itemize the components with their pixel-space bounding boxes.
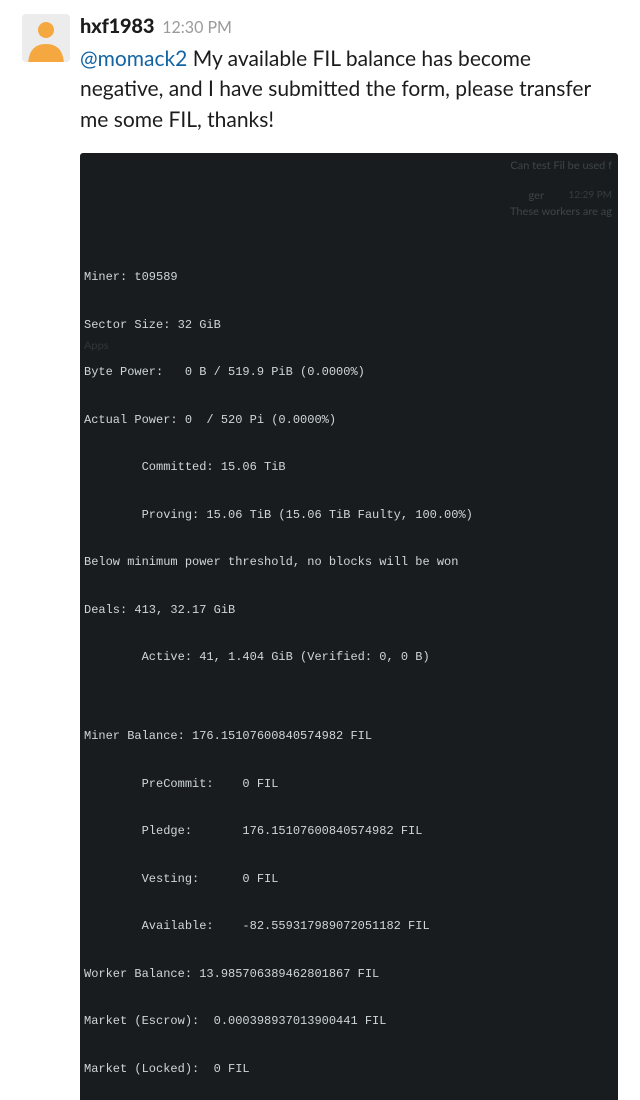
terminal-line: Worker Balance: 13.985706389462801867 FI…: [84, 967, 618, 983]
avatar-placeholder-icon: [22, 14, 70, 62]
terminal-line: Actual Power: 0 / 520 Pi (0.0000%): [84, 413, 618, 429]
ghost-text: Can test Fil be used f: [510, 159, 612, 174]
message-row: hxf1983 12:30 PM @momack2 My available F…: [0, 0, 640, 550]
ghost-text: ger: [529, 189, 544, 204]
ghost-text: Apps: [84, 339, 109, 354]
terminal-line: Market (Locked): 0 FIL: [84, 1062, 618, 1078]
avatar[interactable]: [22, 14, 70, 62]
message-body: @momack2 My available FIL balance has be…: [80, 44, 618, 135]
message-content: hxf1983 12:30 PM @momack2 My available F…: [80, 14, 618, 1100]
terminal-line: Committed: 15.06 TiB: [84, 460, 618, 476]
message-header: hxf1983 12:30 PM: [80, 14, 618, 38]
terminal-attachment[interactable]: Can test Fil be used f ger 12:29 PM Thes…: [80, 153, 618, 1100]
terminal-line: PreCommit: 0 FIL: [84, 777, 618, 793]
terminal-line: Byte Power: 0 B / 519.9 PiB (0.0000%): [84, 365, 618, 381]
ghost-text: 12:29 PM: [568, 189, 612, 202]
terminal-line: Below minimum power threshold, no blocks…: [84, 555, 618, 571]
terminal-line: Active: 41, 1.404 GiB (Verified: 0, 0 B): [84, 650, 618, 666]
terminal-line: Miner: t09589: [84, 270, 618, 286]
terminal-line: Proving: 15.06 TiB (15.06 TiB Faulty, 10…: [84, 508, 618, 524]
terminal-line: Sector Size: 32 GiB: [84, 318, 618, 334]
terminal-line: Market (Escrow): 0.000398937013900441 FI…: [84, 1014, 618, 1030]
terminal-line: Pledge: 176.15107600840574982 FIL: [84, 824, 618, 840]
terminal-line: Miner Balance: 176.15107600840574982 FIL: [84, 729, 618, 745]
terminal-line: Vesting: 0 FIL: [84, 872, 618, 888]
terminal-line: Available: -82.559317989072051182 FIL: [84, 919, 618, 935]
ghost-text: These workers are ag: [510, 205, 612, 220]
terminal-line: Deals: 413, 32.17 GiB: [84, 603, 618, 619]
timestamp[interactable]: 12:30 PM: [162, 18, 232, 37]
mention[interactable]: @momack2: [80, 46, 187, 71]
username[interactable]: hxf1983: [80, 14, 154, 38]
